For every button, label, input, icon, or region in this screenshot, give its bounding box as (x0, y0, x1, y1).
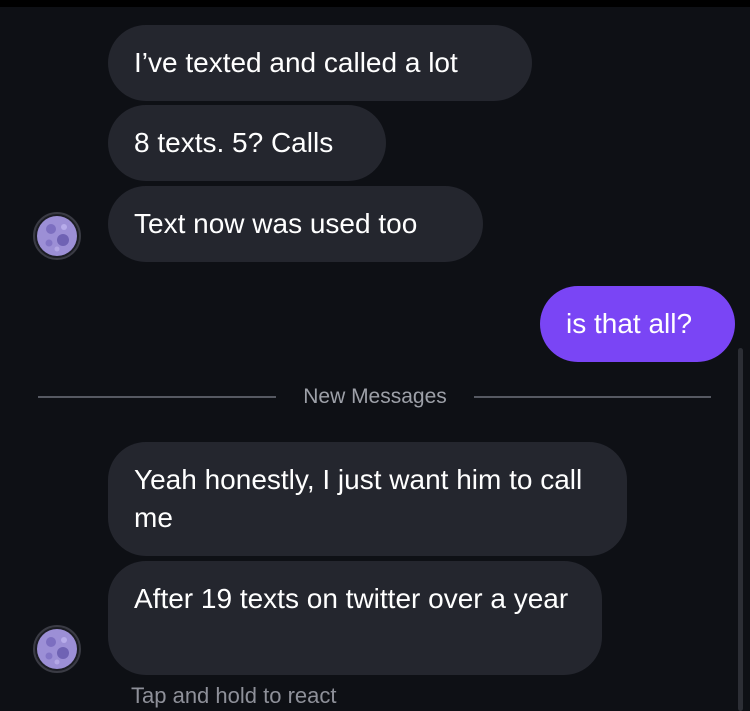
divider-line-left (38, 396, 276, 398)
message-text: is that all? (566, 308, 693, 339)
react-hint: Tap and hold to react (131, 683, 337, 708)
moon-icon (37, 629, 77, 669)
message-bubble-received[interactable]: After 19 texts on twitter over a year (108, 561, 602, 675)
message-text: Text now was used too (134, 208, 418, 239)
avatar[interactable] (33, 212, 81, 260)
avatar[interactable] (33, 625, 81, 673)
message-bubble-received[interactable]: 8 texts. 5? Calls (108, 105, 386, 181)
top-edge (0, 0, 750, 7)
message-text: Yeah honestly, I just want him to call m… (134, 464, 583, 533)
message-bubble-received[interactable]: I’ve texted and called a lot (108, 25, 532, 101)
scrollbar[interactable] (738, 348, 743, 711)
message-bubble-received[interactable]: Yeah honestly, I just want him to call m… (108, 442, 627, 556)
divider-line-right (474, 396, 711, 398)
new-messages-divider: New Messages (303, 385, 447, 408)
moon-icon (37, 216, 77, 256)
message-bubble-sent[interactable]: is that all? (540, 286, 735, 362)
message-text: I’ve texted and called a lot (134, 47, 458, 78)
message-text: 8 texts. 5? Calls (134, 127, 334, 158)
message-text: After 19 texts on twitter over a year (134, 583, 569, 614)
message-bubble-received[interactable]: Text now was used too (108, 186, 483, 262)
